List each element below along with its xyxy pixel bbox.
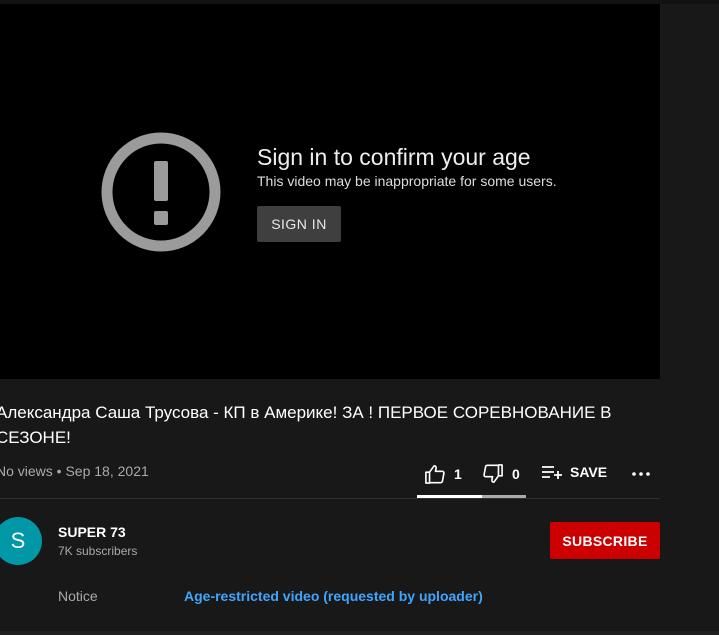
like-count: 1 [454,466,462,482]
video-meta: No views • Sep 18, 2021 [0,463,149,479]
playlist-add-icon [542,466,562,479]
dislike-count: 0 [512,466,520,482]
age-gate-subtitle: This video may be inappropriate for some… [257,173,557,189]
age-gate-title: Sign in to confirm your age [257,144,531,170]
save-button[interactable]: SAVE [541,464,607,480]
channel-avatar[interactable]: S [0,517,42,565]
subscriber-count: 7K subscribers [58,544,138,558]
like-button[interactable]: 1 [424,464,462,484]
subscribe-button[interactable]: SUBSCRIBE [550,522,660,559]
dislike-button[interactable]: 0 [482,464,520,484]
save-label: SAVE [570,464,608,480]
notice-link[interactable]: Age-restricted video (requested by uploa… [184,588,483,604]
divider [0,498,660,499]
more-horizontal-icon [632,472,650,476]
thumbs-up-icon [425,465,445,484]
video-player[interactable]: Sign in to confirm your age This video m… [0,4,660,379]
thumbs-down-icon [483,464,503,483]
sign-in-button[interactable]: SIGN IN [257,206,341,242]
more-actions-button[interactable] [631,464,651,484]
alert-circle-icon [101,132,221,252]
notice-label: Notice [58,588,98,604]
video-title: Александра Саша Трусова - КП в Америке! … [0,403,612,447]
channel-name[interactable]: SUPER 73 [58,524,126,540]
bottom-divider [0,631,719,635]
